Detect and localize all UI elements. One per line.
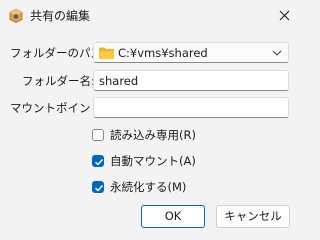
folder-name-label: フォルダー名: bbox=[22, 74, 95, 88]
folder-name-value: shared bbox=[99, 74, 139, 88]
folder-path-combobox[interactable]: C:¥vms¥shared bbox=[93, 42, 289, 63]
virtualbox-cube-icon bbox=[9, 9, 23, 23]
folder-path-value: C:¥vms¥shared bbox=[118, 46, 208, 60]
window-title: 共有の編集 bbox=[30, 9, 91, 23]
ok-button[interactable]: OK bbox=[141, 205, 205, 228]
permanent-label: 永続化する(M) bbox=[110, 180, 187, 194]
auto-mount-label: 自動マウント(A) bbox=[110, 154, 196, 168]
mount-point-field[interactable] bbox=[93, 97, 289, 118]
cancel-button[interactable]: キャンセル bbox=[216, 205, 290, 228]
title-bar: 共有の編集 bbox=[0, 0, 303, 34]
auto-mount-checkbox[interactable] bbox=[92, 155, 104, 167]
folder-name-field[interactable]: shared bbox=[93, 70, 289, 91]
read-only-label: 読み込み専用(R) bbox=[110, 128, 196, 142]
close-icon bbox=[279, 10, 290, 21]
permanent-checkbox[interactable] bbox=[92, 181, 104, 193]
checkmark-icon bbox=[95, 185, 104, 192]
chevron-down-icon bbox=[272, 50, 282, 56]
read-only-checkbox[interactable] bbox=[92, 129, 104, 141]
close-button[interactable] bbox=[271, 2, 299, 30]
checkmark-icon bbox=[95, 159, 104, 166]
folder-icon bbox=[99, 47, 114, 59]
folder-path-label: フォルダーのパス: bbox=[10, 46, 106, 60]
mount-point-label: マウントポイント: bbox=[10, 101, 106, 115]
